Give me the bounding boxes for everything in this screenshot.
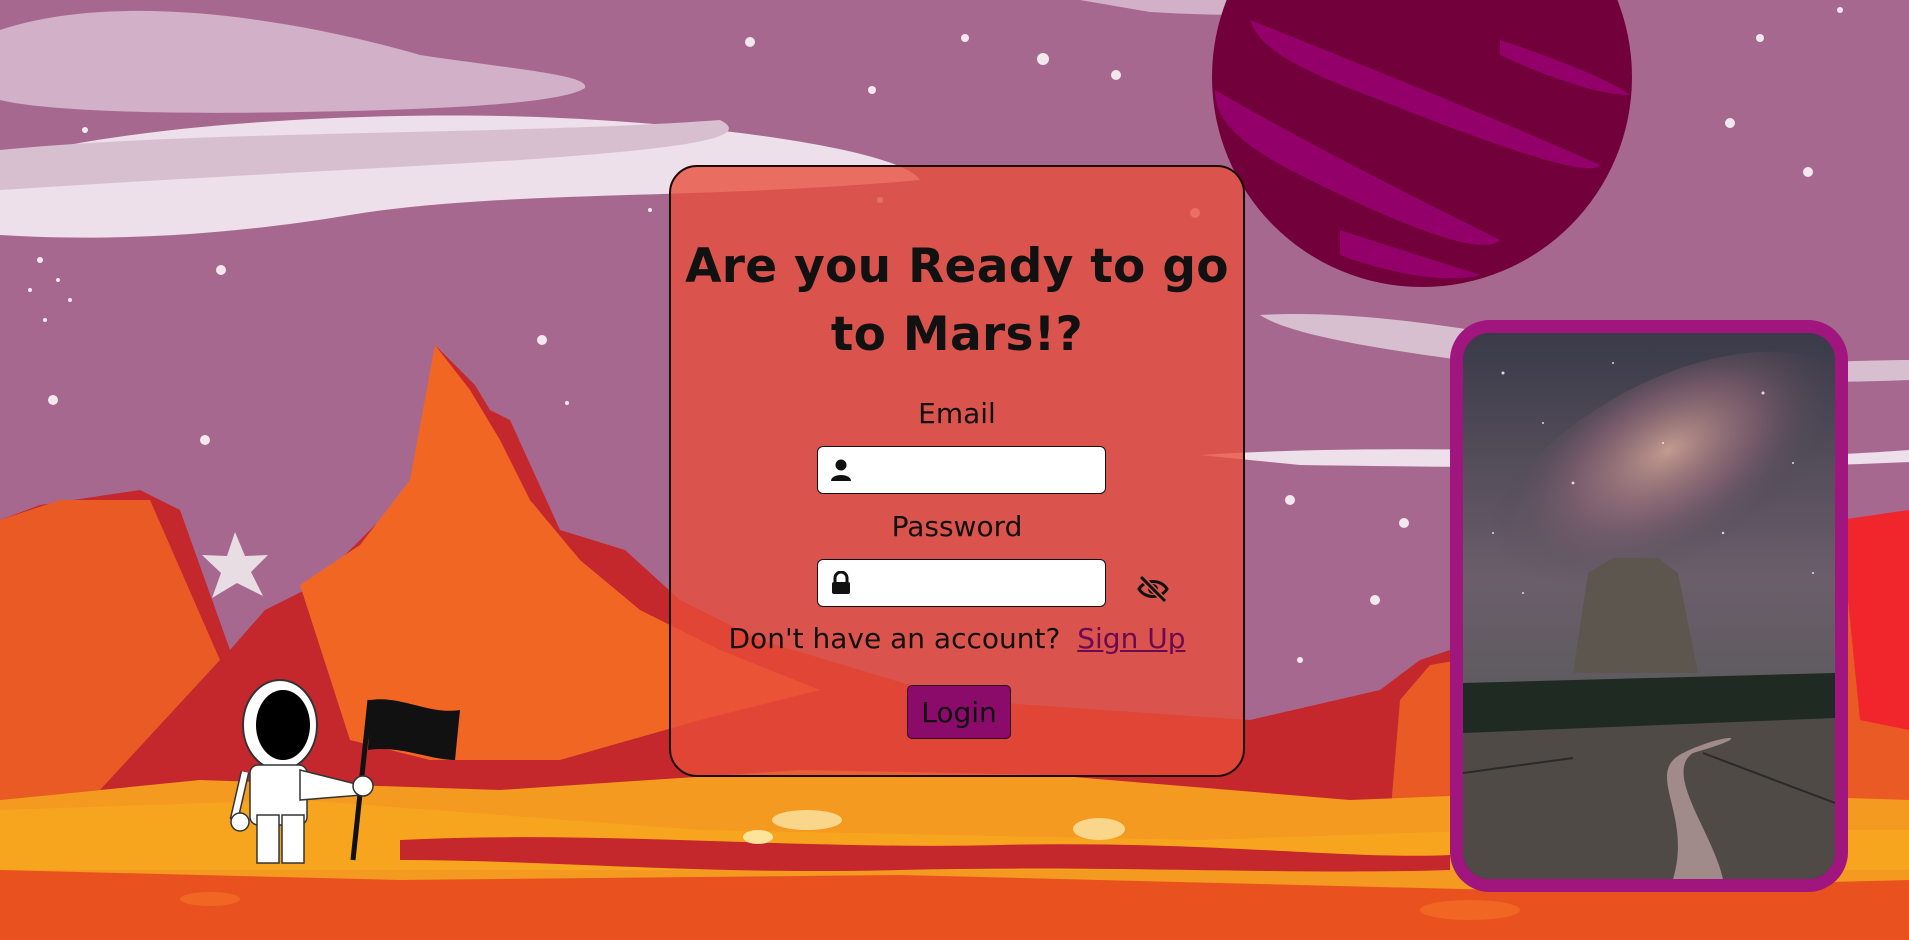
signup-prompt-line: Don't have an account? Sign Up bbox=[671, 622, 1243, 655]
password-label: Password bbox=[891, 510, 1023, 543]
signup-prompt: Don't have an account? bbox=[728, 622, 1061, 655]
title-line-1: Are you Ready to go bbox=[685, 239, 1229, 294]
email-field-wrapper bbox=[817, 446, 1106, 494]
password-input[interactable] bbox=[862, 566, 1096, 600]
user-icon bbox=[831, 459, 851, 481]
night-sky-photo bbox=[1463, 333, 1835, 879]
eye-slash-icon[interactable] bbox=[1136, 572, 1170, 606]
title-line-2: to Mars!? bbox=[830, 307, 1084, 362]
email-label: Email bbox=[918, 397, 996, 430]
login-button[interactable]: Login bbox=[907, 685, 1011, 739]
milky-way-photo-frame bbox=[1450, 320, 1848, 892]
login-card: Are you Ready to go to Mars!? Email Pass… bbox=[669, 165, 1245, 777]
page-title: Are you Ready to go to Mars!? bbox=[671, 233, 1243, 369]
sign-up-link[interactable]: Sign Up bbox=[1077, 622, 1185, 655]
email-input[interactable] bbox=[862, 453, 1096, 487]
password-field-wrapper bbox=[817, 559, 1106, 607]
lock-icon bbox=[832, 571, 850, 594]
